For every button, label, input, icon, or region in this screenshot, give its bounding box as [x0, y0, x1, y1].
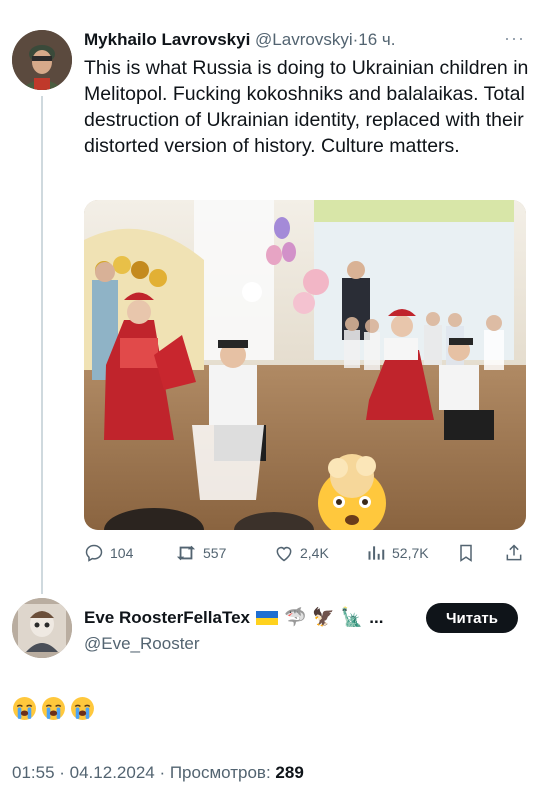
heart-icon [274, 543, 294, 563]
tweet-time[interactable]: 16 ч. [358, 30, 395, 49]
analytics-icon [366, 543, 386, 563]
reply-datetime[interactable]: 01:55 · 04.12.2024 · Просмотров: [12, 763, 271, 782]
thread-connector-line [41, 96, 43, 594]
reply-author-name: Eve RoosterFellaTex [84, 607, 250, 627]
reply-text [12, 696, 95, 721]
tweet-actions: 104 557 2,4K 52,7K [84, 543, 534, 567]
reply-icon [84, 543, 104, 563]
ukraine-flag-icon [255, 610, 278, 625]
reply-button[interactable]: 104 [84, 543, 133, 563]
eagle-icon: 🦅 [312, 607, 335, 627]
loudly-crying-face-icon [42, 697, 65, 720]
reply-metadata: 01:55 · 04.12.2024 · Просмотров: 289 [12, 763, 304, 783]
bookmark-button[interactable] [457, 543, 475, 563]
bookmark-icon [457, 543, 475, 563]
name-overflow: ... [369, 607, 384, 627]
repost-button[interactable]: 557 [175, 543, 226, 563]
repost-icon [175, 543, 197, 563]
tweet-photo[interactable] [84, 200, 526, 530]
statue-of-liberty-icon: 🗽 [340, 607, 364, 627]
author-avatar[interactable] [12, 30, 72, 90]
like-button[interactable]: 2,4K [274, 543, 329, 563]
follow-button[interactable]: Читать [426, 603, 518, 633]
author-handle[interactable]: @Lavrovskyi [255, 30, 353, 49]
reply-author-handle[interactable]: @Eve_Rooster [84, 634, 200, 654]
views-count: 52,7K [392, 545, 429, 561]
reply-count: 104 [110, 545, 134, 561]
loudly-crying-face-icon [13, 697, 36, 720]
reply-views-count: 289 [275, 763, 304, 782]
share-button[interactable] [504, 543, 524, 563]
shark-icon: 🦈 [283, 607, 307, 627]
loudly-crying-face-icon [71, 697, 94, 720]
repost-count: 557 [203, 545, 227, 561]
share-icon [504, 543, 524, 563]
views-button[interactable]: 52,7K [366, 543, 429, 563]
reply-author-line[interactable]: Eve RoosterFellaTex 🦈 🦅 🗽 ... [84, 607, 383, 628]
author-name[interactable]: Mykhailo Lavrovskyi [84, 30, 250, 49]
like-count: 2,4K [300, 545, 329, 561]
tweet-text: This is what Russia is doing to Ukrainia… [84, 57, 529, 157]
tweet-header: Mykhailo Lavrovskyi @Lavrovskyi·16 ч. [84, 30, 396, 50]
ellipsis-icon[interactable]: ··· [504, 28, 525, 49]
reply-author-avatar[interactable] [12, 598, 72, 658]
